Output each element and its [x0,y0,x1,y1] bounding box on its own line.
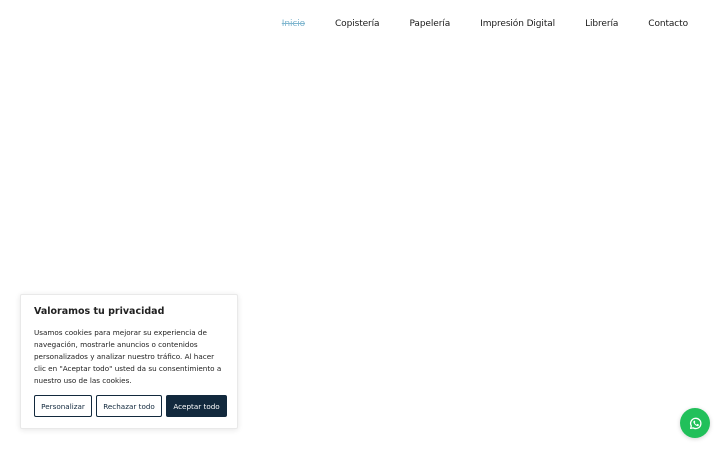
main-nav: Inicio Copistería Papelería Impresión Di… [267,17,688,31]
whatsapp-icon [689,417,702,429]
cookie-description: Usamos cookies para mejorar su experienc… [34,328,222,385]
customize-cookies-button[interactable]: Personalizar [34,395,92,417]
nav-item-impresion-digital[interactable]: Impresión Digital [465,17,570,31]
cookie-title: Valoramos tu privacidad [34,306,165,317]
nav-item-contacto[interactable]: Contacto [633,17,688,31]
nav-item-copisteria[interactable]: Copistería [320,17,394,31]
reject-all-cookies-button[interactable]: Rechazar todo [96,395,162,417]
cookie-actions: Personalizar Rechazar todo Aceptar todo [34,395,227,417]
page: Inicio Copistería Papelería Impresión Di… [0,0,720,450]
nav-item-inicio[interactable]: Inicio [267,17,320,31]
cookie-consent-banner: Valoramos tu privacidad Usamos cookies p… [20,294,238,429]
accept-all-cookies-button[interactable]: Aceptar todo [166,395,227,417]
nav-item-libreria[interactable]: Librería [570,17,633,31]
whatsapp-button[interactable] [680,408,710,438]
nav-item-papeleria[interactable]: Papelería [394,17,465,31]
